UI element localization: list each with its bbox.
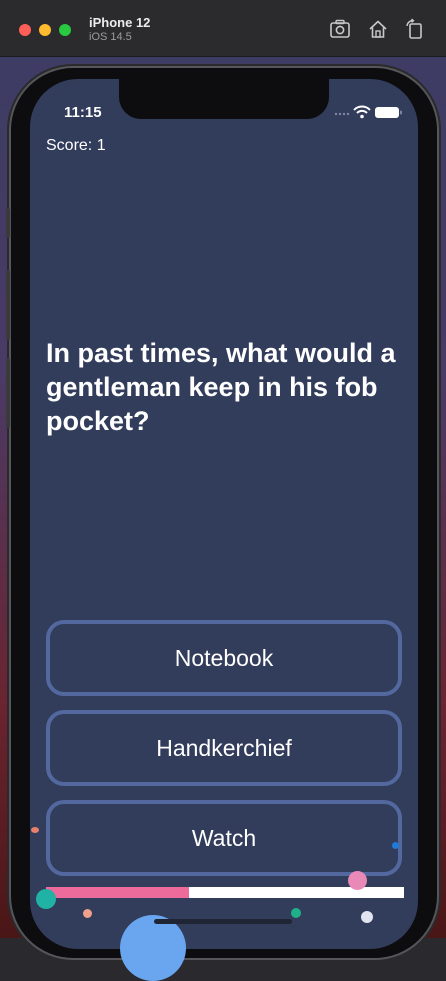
close-window-button[interactable] [19, 24, 31, 36]
mute-switch [6, 208, 10, 238]
notch [119, 79, 329, 119]
progress-fill [46, 887, 190, 898]
minimize-window-button[interactable] [39, 24, 51, 36]
simulator-titlebar: iPhone 12 iOS 14.5 [0, 0, 446, 57]
home-icon[interactable] [367, 18, 389, 40]
confetti-dot [31, 827, 39, 833]
rotate-icon[interactable] [404, 18, 426, 40]
device-os-version: iOS 14.5 [89, 31, 132, 43]
zoom-window-button[interactable] [59, 24, 71, 36]
wifi-icon [353, 105, 371, 119]
device-name: iPhone 12 [89, 15, 151, 30]
answer-button-1[interactable]: Notebook [46, 620, 402, 696]
battery-icon [375, 107, 402, 118]
confetti-dot [120, 915, 186, 981]
simulator-window: iPhone 12 iOS 14.5 11:15 Score: 1 In pas… [0, 0, 446, 981]
progress-bar [46, 887, 404, 898]
volume-down-button [6, 358, 10, 428]
status-time: 11:15 [64, 104, 102, 121]
confetti-dot [36, 889, 56, 909]
home-indicator[interactable] [154, 919, 292, 924]
confetti-dot [392, 842, 399, 849]
confetti-dot [348, 871, 367, 890]
confetti-dot [361, 911, 373, 923]
signal-icon [334, 112, 350, 116]
score-label: Score: 1 [46, 137, 106, 154]
status-icons [334, 104, 406, 120]
answer-button-3[interactable]: Watch [46, 800, 402, 876]
question-text: In past times, what would a gentleman ke… [46, 338, 396, 436]
screenshot-icon[interactable] [329, 18, 351, 40]
volume-up-button [6, 270, 10, 340]
answer-button-2[interactable]: Handkerchief [46, 710, 402, 786]
confetti-dot [291, 908, 301, 918]
confetti-dot [83, 909, 92, 918]
